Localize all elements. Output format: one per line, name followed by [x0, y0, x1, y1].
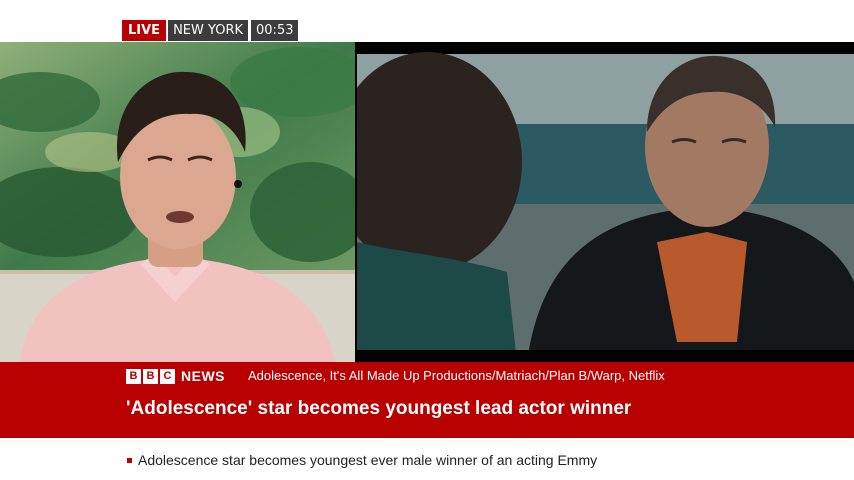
ticker-bullet-icon	[127, 458, 132, 463]
drama-clip-video	[357, 42, 854, 362]
clock-badge: 00:53	[251, 20, 299, 41]
bbc-news-logo: B B C NEWS	[126, 368, 225, 384]
presenter-illustration	[0, 42, 355, 362]
footage-credit: Adolescence, It's All Made Up Production…	[248, 368, 665, 383]
bbc-logo-block-1: B	[126, 368, 141, 384]
live-badge-group: LIVE NEW YORK 00:53	[122, 20, 299, 41]
top-bar: LIVE NEW YORK 00:53	[0, 0, 854, 42]
bbc-logo-block-2: B	[143, 368, 158, 384]
bbc-logo-block-3: C	[160, 368, 175, 384]
news-lower-third: B B C NEWS Adolescence, It's All Made Up…	[0, 362, 854, 438]
live-badge: LIVE	[122, 20, 167, 41]
video-area	[0, 42, 854, 362]
ticker-text: Adolescence star becomes youngest ever m…	[138, 452, 598, 468]
headline: 'Adolescence' star becomes youngest lead…	[126, 398, 632, 419]
news-ticker: Adolescence star becomes youngest ever m…	[0, 438, 854, 480]
presenter-video	[0, 42, 355, 362]
bbc-news-wordmark: NEWS	[181, 368, 225, 384]
location-badge: NEW YORK	[168, 20, 249, 41]
drama-illustration	[357, 42, 854, 362]
